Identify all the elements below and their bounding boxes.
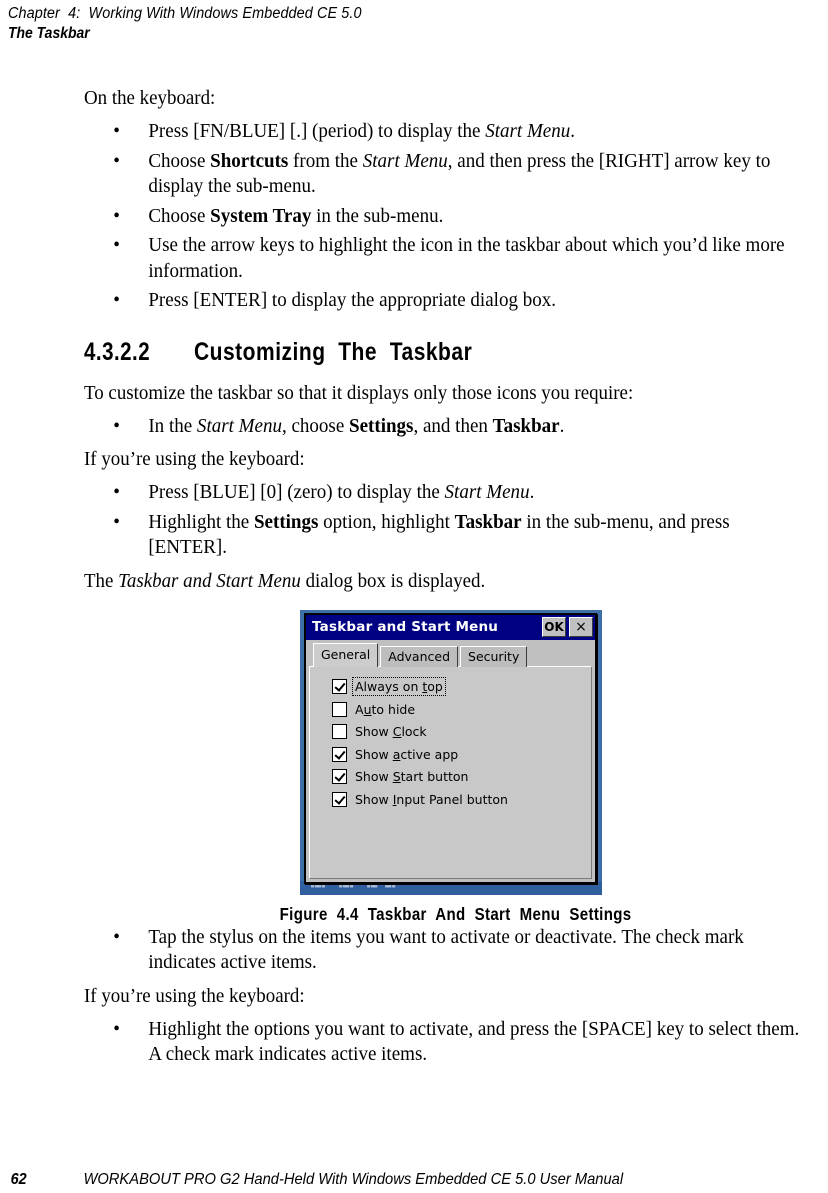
- close-icon[interactable]: ×: [569, 617, 593, 637]
- list-item: • Highlight the Settings option, highligh…: [113, 511, 730, 559]
- tab-strip: General Advanced Security: [309, 642, 592, 667]
- section-heading-number: 4.3.2.2: [84, 337, 151, 366]
- bullet-icon: •: [113, 1018, 120, 1040]
- paragraph-customize-intro: To customize the taskbar so that it disp…: [84, 382, 634, 404]
- footer-manual-title: WORKABOUT PRO G2 Hand-Held With Windows …: [83, 1171, 624, 1188]
- bullet-list-keyboard-path: • Press [BLUE] [0] (zero) to display the …: [84, 480, 828, 561]
- page-content: On the keyboard: • Press [FN/BLUE] [.] (p…: [84, 86, 828, 1076]
- checkbox-label-show-input-panel-button: Show Input Panel button: [355, 791, 508, 807]
- accelerator-letter: C: [392, 724, 402, 740]
- bullet-icon: •: [113, 482, 120, 503]
- taskbar-and-start-menu-dialog: Taskbar and Start Menu OK × General Advan…: [304, 612, 597, 884]
- accelerator-letter: u: [363, 701, 372, 717]
- figure-4-4: ▐█▌ ▐█▌ ▐█─█▌ Taskbar and Start Menu OK …: [84, 609, 828, 925]
- accelerator-letter: S: [392, 769, 401, 785]
- checkbox-label-always-on-top: Always on top: [352, 677, 446, 697]
- checkbox-label-show-start-button: Show Start button: [355, 769, 469, 785]
- figure-caption: Figure 4.4 Taskbar And Start Menu Settin…: [280, 903, 632, 924]
- checkbox-unchecked-icon-auto-hide[interactable]: [332, 701, 347, 717]
- list-item: • Choose Shortcuts from the Start Menu, a…: [113, 150, 771, 198]
- paragraph-using-keyboard-1: If you’re using the keyboard:: [84, 449, 305, 470]
- checkbox-checked-icon-show-input-panel-button[interactable]: [332, 791, 347, 807]
- tab-general[interactable]: General: [313, 642, 379, 667]
- bullet-list-space-select: • Highlight the options you want to activ…: [84, 1017, 828, 1068]
- bullet-icon: •: [113, 150, 120, 172]
- ok-button[interactable]: OK: [542, 617, 566, 637]
- bullet-icon: •: [113, 290, 120, 311]
- running-head-section: The Taskbar: [8, 25, 90, 42]
- checkbox-checked-icon-show-start-button[interactable]: [332, 769, 347, 785]
- checkbox-row-show-start-button[interactable]: Show Start button: [332, 766, 591, 789]
- accelerator-letter: I: [392, 791, 397, 807]
- checkbox-label-show-active-app: Show active app: [355, 746, 459, 762]
- checkbox-label-auto-hide: Auto hide: [355, 701, 416, 717]
- list-item: • In the Start Menu, choose Settings, and…: [84, 414, 809, 440]
- bullet-icon: •: [113, 511, 120, 533]
- accelerator-letter: t: [422, 679, 428, 695]
- bullet-list-stylus-tap: • Tap the stylus on the items you want to…: [84, 925, 828, 976]
- bullet-icon: •: [113, 235, 120, 256]
- checkbox-row-always-on-top[interactable]: Always on top: [332, 676, 591, 699]
- tab-advanced[interactable]: Advanced: [380, 645, 459, 667]
- tab-security[interactable]: Security: [460, 645, 528, 667]
- page-number: 62: [10, 1171, 27, 1188]
- section-heading-title: Customizing The Taskbar: [194, 337, 473, 366]
- paragraph-on-the-keyboard: On the keyboard:: [84, 88, 216, 109]
- bullet-list-keyboard-steps: • Press [FN/BLUE] [.] (period) to display…: [84, 119, 828, 314]
- list-item: • Press [BLUE] [0] (zero) to display the …: [84, 480, 809, 506]
- dialog-body: General Advanced Security Always on top Aut…: [306, 639, 595, 882]
- dialog-titlebar: Taskbar and Start Menu OK ×: [306, 614, 595, 640]
- bullet-icon: •: [113, 205, 120, 227]
- bullet-icon: •: [113, 415, 120, 437]
- device-screenshot: ▐█▌ ▐█▌ ▐█─█▌ Taskbar and Start Menu OK …: [300, 609, 602, 895]
- checkbox-row-show-input-panel-button[interactable]: Show Input Panel button: [332, 788, 591, 811]
- checkbox-checked-icon-show-active-app[interactable]: [332, 746, 347, 762]
- checkbox-row-show-active-app[interactable]: Show active app: [332, 743, 591, 766]
- checkbox-row-show-clock[interactable]: Show Clock: [332, 721, 591, 744]
- running-head: Chapter 4: Working With Windows Embedded…: [8, 4, 820, 43]
- checkbox-unchecked-icon-show-clock[interactable]: [332, 724, 347, 740]
- paragraph-dialog-displayed: The Taskbar and Start Menu dialog box is…: [84, 570, 486, 592]
- bullet-icon: •: [113, 926, 120, 948]
- bullet-icon: •: [113, 121, 120, 142]
- accelerator-letter: a: [392, 746, 401, 762]
- section-heading: 4.3.2.2 Customizing The Taskbar: [84, 338, 828, 367]
- bullet-list-start-menu-path: • In the Start Menu, choose Settings, and…: [84, 414, 828, 440]
- list-item: • Press [ENTER] to display the appropriat…: [84, 288, 809, 314]
- paragraph-using-keyboard-2: If you’re using the keyboard:: [84, 985, 305, 1007]
- tab-panel-general: Always on top Auto hide Show Clock Show act…: [309, 665, 592, 879]
- checkbox-label-show-clock: Show Clock: [355, 724, 427, 740]
- page-footer: 62 WORKABOUT PRO G2 Hand-Held With Windo…: [8, 1171, 820, 1189]
- running-head-chapter: Chapter 4: Working With Windows Embedded…: [8, 5, 362, 22]
- checkbox-checked-icon-always-on-top[interactable]: [332, 679, 347, 695]
- list-item: • Highlight the options you want to activ…: [113, 1018, 800, 1066]
- list-item: • Choose System Tray in the sub-menu.: [84, 204, 809, 230]
- checkbox-row-auto-hide[interactable]: Auto hide: [332, 698, 591, 721]
- list-item: • Tap the stylus on the items you want to…: [113, 926, 744, 974]
- dialog-title: Taskbar and Start Menu: [312, 619, 499, 635]
- list-item: • Use the arrow keys to highlight the ico…: [113, 235, 785, 282]
- list-item: • Press [FN/BLUE] [.] (period) to display…: [84, 119, 809, 145]
